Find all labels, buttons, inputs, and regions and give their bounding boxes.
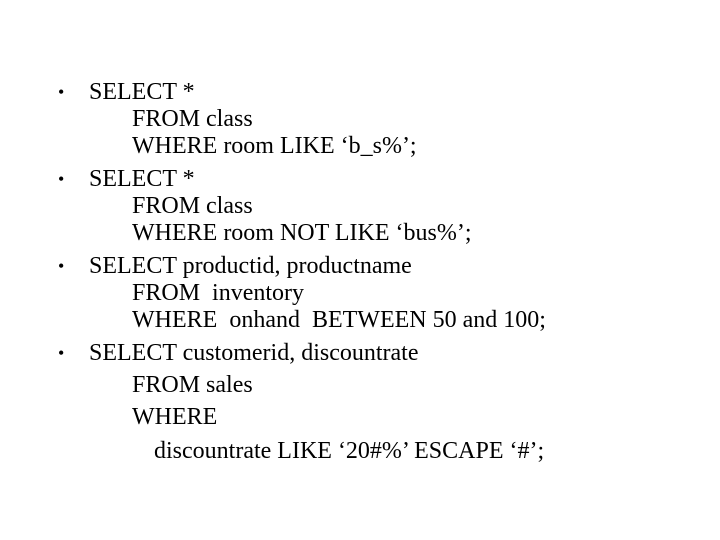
bullet-icon: • — [58, 256, 65, 276]
slide: • SELECT * FROM class WHERE room LIKE ‘b… — [0, 0, 720, 540]
where-clause: WHERE room NOT LIKE ‘bus%’; — [132, 220, 472, 246]
select-clause: SELECT * — [89, 79, 195, 105]
where-clause: WHERE — [132, 404, 218, 430]
bullet-icon: • — [58, 169, 65, 189]
bullet-icon: • — [58, 82, 65, 102]
select-clause: SELECT * — [89, 166, 195, 192]
select-clause: SELECT customerid, discountrate — [89, 340, 419, 366]
where-condition: discountrate LIKE ‘20#%’ ESCAPE ‘#’; — [154, 438, 545, 464]
from-clause: FROM class — [132, 193, 253, 219]
where-clause: WHERE onhand BETWEEN 50 and 100; — [132, 307, 546, 333]
bullet-icon: • — [58, 343, 65, 363]
select-clause: SELECT productid, productname — [89, 253, 412, 279]
where-clause: WHERE room LIKE ‘b_s%’; — [132, 133, 417, 159]
from-clause: FROM inventory — [132, 280, 305, 306]
from-clause: FROM class — [132, 106, 253, 132]
from-clause: FROM sales — [132, 372, 253, 398]
